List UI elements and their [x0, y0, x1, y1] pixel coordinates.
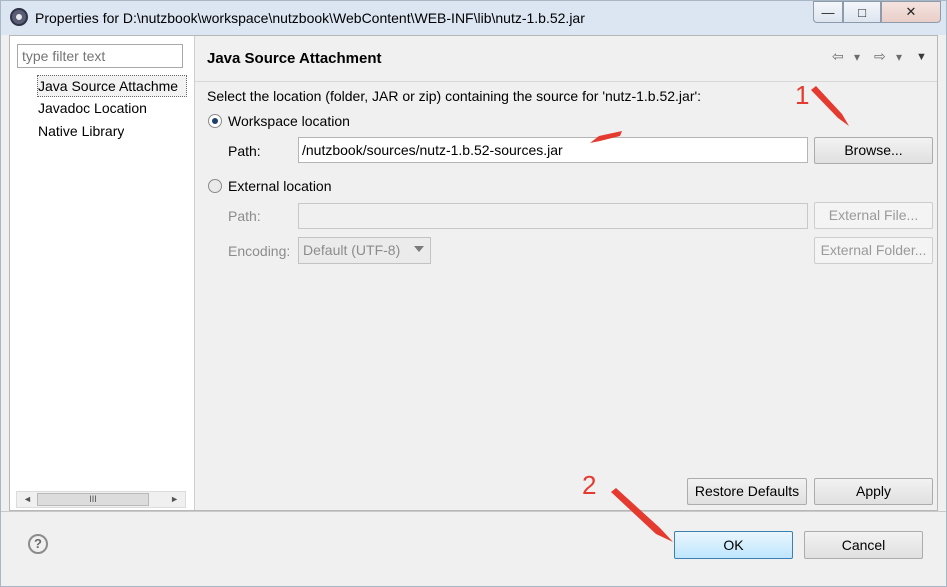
filter-input[interactable]	[17, 44, 183, 68]
external-path-field[interactable]	[298, 203, 808, 229]
annotation-step-1: 1	[795, 80, 810, 110]
chevron-down-icon	[414, 246, 424, 252]
scroll-right-icon[interactable]: ►	[170, 494, 179, 504]
page-panel: Java Source Attachment ⇦ ▾ ⇨ ▾ ▼ Select …	[195, 36, 937, 510]
encoding-label: Encoding:	[228, 243, 291, 259]
cancel-button[interactable]: Cancel	[804, 531, 923, 559]
eclipse-icon	[10, 8, 28, 26]
maximize-button[interactable]: □	[843, 1, 881, 23]
external-folder-button[interactable]: External Folder...	[814, 237, 933, 264]
page-title: Java Source Attachment	[207, 50, 382, 67]
page-header: Java Source Attachment ⇦ ▾ ⇨ ▾ ▼	[195, 36, 937, 82]
external-location-radio[interactable]	[208, 179, 222, 193]
apply-button[interactable]: Apply	[814, 478, 933, 505]
back-menu-icon[interactable]: ▾	[854, 50, 860, 64]
encoding-select[interactable]: Default (UTF-8)	[298, 237, 431, 264]
workspace-location-label[interactable]: Workspace location	[228, 113, 350, 129]
sidebar-item-native-library[interactable]: Native Library	[38, 121, 124, 141]
annotation-step-2: 2	[582, 470, 597, 500]
external-file-button[interactable]: External File...	[814, 202, 933, 229]
window-title: Properties for D:\nutzbook\workspace\nut…	[35, 10, 585, 26]
forward-menu-icon[interactable]: ▾	[896, 50, 902, 64]
forward-arrow-icon[interactable]: ⇨	[874, 48, 886, 65]
scroll-left-icon[interactable]: ◄	[23, 494, 32, 504]
footer-divider	[1, 511, 946, 512]
minimize-button[interactable]: —	[813, 1, 843, 23]
ok-button[interactable]: OK	[674, 531, 793, 559]
browse-button[interactable]: Browse...	[814, 137, 933, 164]
sidebar-item-javadoc-location[interactable]: Javadoc Location	[38, 98, 147, 118]
encoding-value: Default (UTF-8)	[303, 242, 401, 258]
workspace-location-radio[interactable]	[208, 114, 222, 128]
sidebar-horizontal-scrollbar[interactable]: ◄ III ►	[16, 491, 186, 508]
description-text: Select the location (folder, JAR or zip)…	[207, 88, 702, 104]
scroll-thumb[interactable]: III	[37, 493, 149, 506]
close-button[interactable]: ✕	[881, 1, 941, 23]
workspace-path-label: Path:	[228, 143, 261, 159]
restore-defaults-button[interactable]: Restore Defaults	[687, 478, 807, 505]
external-path-label: Path:	[228, 208, 261, 224]
back-arrow-icon[interactable]: ⇦	[832, 48, 844, 65]
external-location-label[interactable]: External location	[228, 178, 332, 194]
view-menu-icon[interactable]: ▼	[916, 51, 927, 63]
help-icon[interactable]: ?	[28, 534, 48, 554]
sidebar: Java Source Attachme Javadoc Location Na…	[10, 36, 195, 510]
workspace-path-field[interactable]: /nutzbook/sources/nutz-1.b.52-sources.ja…	[298, 137, 808, 163]
sidebar-item-java-source-attachment[interactable]: Java Source Attachme	[37, 75, 187, 97]
title-bar: Properties for D:\nutzbook\workspace\nut…	[1, 1, 946, 35]
